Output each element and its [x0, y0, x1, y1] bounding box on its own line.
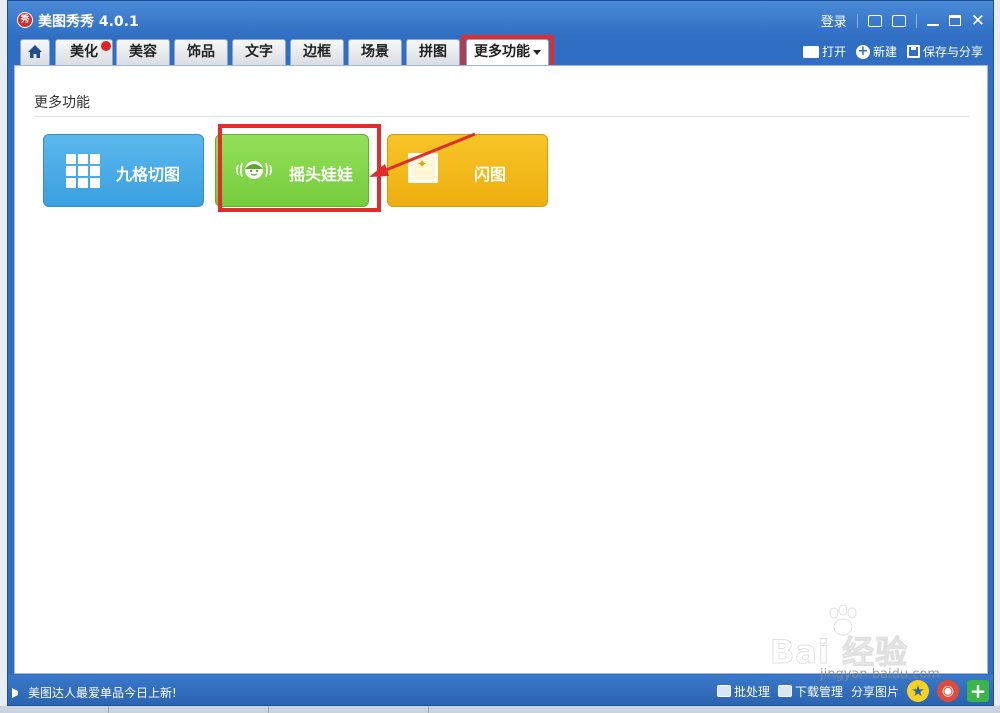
taskbar-item[interactable] [428, 706, 588, 713]
title-controls: 登录 ✕ [821, 11, 985, 30]
plus-circle-icon: + [855, 43, 870, 59]
section-title: 更多功能 [34, 95, 90, 111]
batch-icon [716, 685, 731, 697]
feature-label: 九格切图 [116, 165, 181, 184]
maximize-icon[interactable] [948, 15, 961, 26]
status-bar: 美图达人最爱单品今日上新! 批处理 下载管理 分享图片 ★ ◉ + [8, 675, 993, 705]
login-link[interactable]: 登录 [821, 11, 847, 30]
flash-image-button[interactable]: 闪图 [387, 134, 548, 207]
tab-label: 美容 [129, 44, 157, 60]
feedback-icon[interactable] [867, 14, 882, 27]
dropdown-caret-icon [533, 49, 541, 55]
tab-home-icon[interactable] [20, 39, 50, 65]
save-share-button[interactable]: 保存与分享 [906, 43, 983, 60]
bobblehead-doll-button[interactable]: 摇头娃娃 [215, 134, 369, 207]
download-icon [777, 685, 792, 697]
taskbar-strip [0, 706, 1000, 713]
app-title: 美图秀秀 4.0.1 [38, 14, 139, 30]
download-label: 下载管理 [794, 684, 843, 699]
divider [856, 13, 858, 28]
batch-label: 批处理 [733, 684, 770, 699]
save-share-label: 保存与分享 [922, 45, 983, 59]
tab-beautify[interactable]: 美化 [55, 39, 113, 65]
download-manager-button[interactable]: 下载管理 [777, 683, 843, 700]
nine-grid-cut-button[interactable]: 九格切图 [43, 134, 204, 207]
add-icon[interactable]: + [967, 680, 989, 702]
skin-icon[interactable] [891, 14, 906, 27]
status-message: 美图达人最爱单品今日上新! [28, 686, 177, 700]
tab-accessories[interactable]: 饰品 [174, 39, 228, 65]
weibo-icon[interactable]: ◉ [937, 680, 959, 702]
batch-process-button[interactable]: 批处理 [716, 683, 770, 700]
new-button[interactable]: + 新建 [855, 43, 897, 60]
tab-label: 饰品 [187, 44, 215, 60]
tab-text[interactable]: 文字 [232, 39, 286, 65]
taskbar-item[interactable] [108, 706, 268, 713]
tab-label: 场景 [361, 44, 389, 60]
minimize-icon[interactable] [926, 23, 939, 26]
share-image-button[interactable]: 分享图片 [851, 683, 899, 700]
notification-dot [101, 41, 111, 51]
feature-label: 摇头娃娃 [289, 165, 354, 184]
new-label: 新建 [872, 45, 897, 59]
grid-icon [66, 154, 100, 188]
title-bar: 秀 美图秀秀 4.0.1 登录 ✕ [8, 1, 993, 37]
taskbar-item[interactable] [268, 706, 428, 713]
main-panel: 更多功能 九格切图 摇头娃娃 闪图 [14, 65, 988, 674]
tab-label: 边框 [303, 44, 331, 60]
status-message-area[interactable]: 美图达人最爱单品今日上新! [12, 684, 177, 701]
feature-label: 闪图 [474, 165, 507, 184]
tab-scene[interactable]: 场景 [348, 39, 402, 65]
app-logo-icon: 秀 [17, 12, 33, 28]
status-tools: 批处理 下载管理 分享图片 ★ ◉ + [716, 680, 989, 702]
divider [915, 13, 917, 28]
app-window: 秀 美图秀秀 4.0.1 登录 ✕ 美化 美容 饰品 文字 边框 场景 拼图 更… [7, 0, 994, 706]
speaker-icon [12, 687, 22, 698]
bobblehead-face-icon [236, 161, 272, 179]
tab-frame[interactable]: 边框 [290, 39, 344, 65]
tab-label: 更多功能 [474, 44, 530, 60]
close-icon[interactable]: ✕ [971, 12, 985, 29]
tab-label: 拼图 [419, 44, 447, 60]
tab-label: 文字 [245, 44, 273, 60]
star-icon[interactable]: ★ [907, 680, 929, 702]
save-icon [906, 45, 920, 58]
folder-icon [802, 45, 819, 58]
tab-collage[interactable]: 拼图 [406, 39, 460, 65]
tab-more-features[interactable]: 更多功能 [466, 39, 549, 66]
section-divider [34, 116, 970, 117]
flash-image-icon [408, 153, 438, 183]
tab-label: 美化 [70, 44, 98, 60]
file-toolbar: 打开 + 新建 保存与分享 [802, 43, 983, 60]
share-label: 分享图片 [850, 684, 899, 699]
tab-beauty[interactable]: 美容 [116, 39, 170, 65]
open-label: 打开 [821, 45, 846, 59]
open-button[interactable]: 打开 [802, 43, 846, 60]
